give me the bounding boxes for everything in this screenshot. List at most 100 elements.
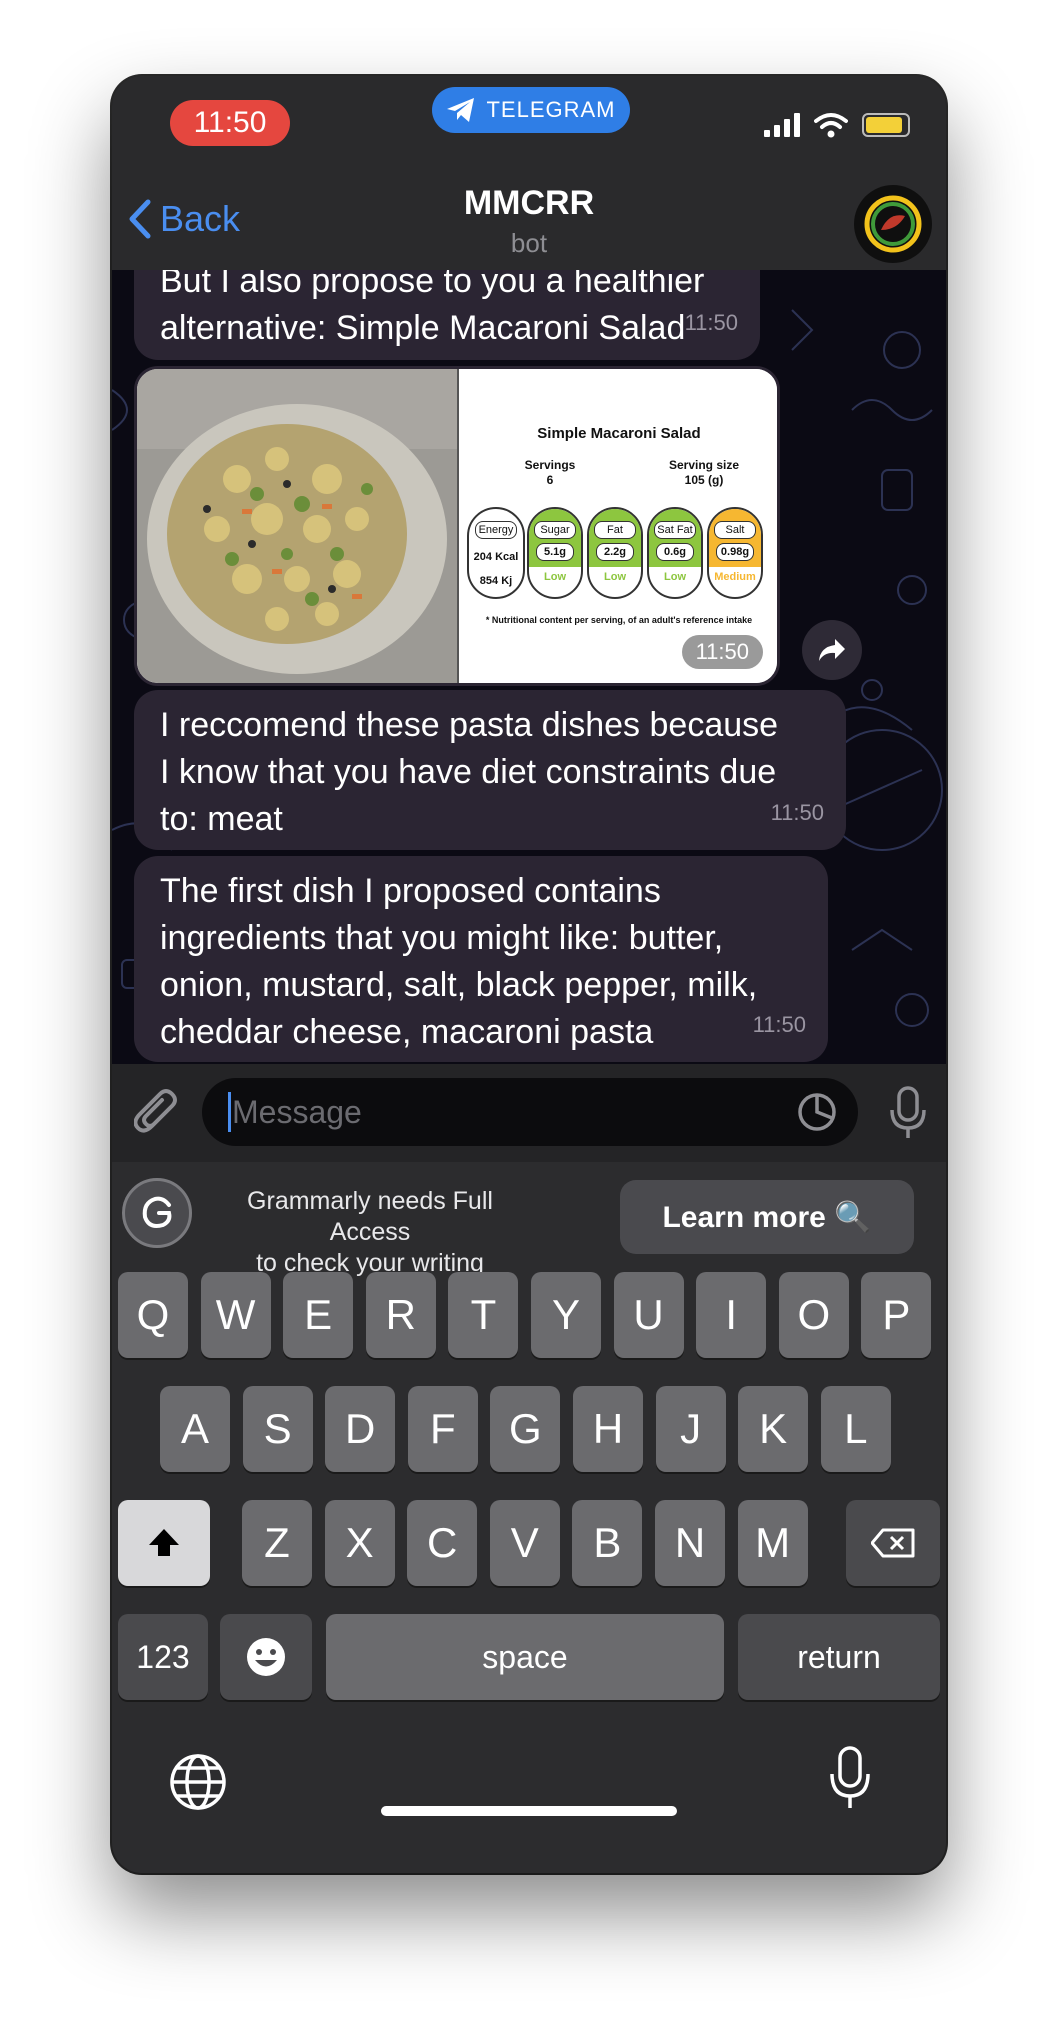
share-arrow-icon <box>819 639 845 661</box>
grammarly-icon[interactable] <box>122 1178 192 1248</box>
nutrient-value: 5.1g <box>536 543 574 561</box>
key-w[interactable]: W <box>200 1272 271 1358</box>
return-key[interactable]: return <box>738 1614 940 1700</box>
nutrient-level: Low <box>604 571 626 583</box>
message-placeholder: Message <box>232 1094 362 1130</box>
shift-key[interactable] <box>118 1500 210 1586</box>
status-time[interactable]: 11:50 <box>170 100 290 146</box>
status-icons <box>764 112 910 138</box>
share-button[interactable] <box>802 620 862 680</box>
key-u[interactable]: U <box>613 1272 684 1358</box>
grammarly-g-icon <box>142 1196 172 1228</box>
nutrient-level: Medium <box>714 571 756 583</box>
key-x[interactable]: X <box>324 1500 395 1586</box>
wifi-icon <box>814 113 848 138</box>
chat-area[interactable]: But I also propose to you a healthier al… <box>112 270 946 1064</box>
telegram-pill-label: TELEGRAM <box>486 97 616 122</box>
space-key[interactable]: space <box>326 1614 724 1700</box>
sticker-icon[interactable] <box>796 1091 838 1133</box>
message-time: 11:50 <box>770 800 824 825</box>
bot-avatar[interactable] <box>854 185 932 263</box>
key-m[interactable]: M <box>737 1500 808 1586</box>
backspace-icon <box>871 1528 915 1558</box>
macaroni-salad-photo <box>137 369 457 683</box>
key-k[interactable]: K <box>738 1386 809 1472</box>
nutrient-value: 0.6g <box>656 543 694 561</box>
nutrient-value: 0.98g <box>716 543 754 561</box>
message-input-bar: Message <box>112 1064 946 1162</box>
key-o[interactable]: O <box>778 1272 849 1358</box>
chat-header: 11:50 TELEGRAM Back MMCRR bot <box>112 76 946 270</box>
nutrient-level: Low <box>664 571 686 583</box>
battery-icon <box>862 113 910 137</box>
energy-kcal: 204 Kcal <box>473 551 519 563</box>
key-p[interactable]: P <box>861 1272 932 1358</box>
serving-size-label: Serving size <box>668 458 740 472</box>
key-t[interactable]: T <box>448 1272 519 1358</box>
emoji-key[interactable] <box>220 1614 312 1700</box>
dictation-microphone-icon <box>830 1746 870 1808</box>
grammarly-line-1: Grammarly needs Full Access <box>247 1187 493 1246</box>
key-l[interactable]: L <box>820 1386 891 1472</box>
paperclip-icon[interactable] <box>134 1088 182 1140</box>
servings-label: Servings <box>524 458 576 472</box>
nutrient-label: Fat <box>594 521 636 539</box>
key-n[interactable]: N <box>655 1500 725 1586</box>
signal-icon <box>764 113 800 137</box>
key-v[interactable]: V <box>489 1500 560 1586</box>
dictation-key[interactable] <box>828 1746 872 1812</box>
message-input[interactable]: Message <box>202 1078 858 1146</box>
phone-screen: 11:50 TELEGRAM Back MMCRR bot But I also… <box>112 76 946 1873</box>
message-line: to: meat <box>160 800 283 838</box>
message-bubble[interactable]: But I also propose to you a healthier al… <box>134 270 760 360</box>
home-indicator[interactable] <box>381 1806 677 1816</box>
chat-title[interactable]: MMCRR <box>112 184 946 223</box>
photo-message[interactable]: Simple Macaroni Salad Servings 6 Serving… <box>134 366 780 686</box>
nutrient-level: Low <box>544 571 566 583</box>
key-b[interactable]: B <box>572 1500 643 1586</box>
energy-pill: Energy 204 Kcal 854 Kj <box>467 507 525 599</box>
message-bubble[interactable]: I reccomend these pasta dishes because I… <box>134 690 846 850</box>
message-bubble[interactable]: The first dish I proposed contains ingre… <box>134 856 828 1062</box>
key-c[interactable]: C <box>407 1500 478 1586</box>
nutrient-pill: Fat 2.2g Low <box>587 507 643 599</box>
key-q[interactable]: Q <box>118 1272 188 1358</box>
energy-label: Energy <box>475 521 517 539</box>
shift-arrow-icon <box>149 1529 179 1556</box>
globe-icon <box>170 1754 226 1810</box>
key-a[interactable]: A <box>160 1386 230 1472</box>
key-e[interactable]: E <box>283 1272 354 1358</box>
key-r[interactable]: R <box>365 1272 436 1358</box>
bot-logo-icon <box>864 195 922 253</box>
keyboard: Grammarly needs Full Access to check you… <box>112 1162 946 1873</box>
message-time: 11:50 <box>684 310 738 335</box>
learn-more-button[interactable]: Learn more 🔍 <box>620 1180 914 1254</box>
message-line: alternative: Simple Macaroni Salad <box>160 309 686 347</box>
key-j[interactable]: J <box>655 1386 726 1472</box>
grammarly-message: Grammarly needs Full Access to check you… <box>220 1186 520 1279</box>
key-f[interactable]: F <box>407 1386 478 1472</box>
energy-kj: 854 Kj <box>479 575 513 587</box>
key-d[interactable]: D <box>325 1386 396 1472</box>
message-line: I know that you have diet constraints du… <box>160 753 777 791</box>
message-line: I reccomend these pasta dishes because <box>160 706 779 744</box>
microphone-icon[interactable] <box>888 1086 928 1142</box>
nutrient-pill: Sugar 5.1g Low <box>527 507 583 599</box>
key-s[interactable]: S <box>242 1386 313 1472</box>
key-h[interactable]: H <box>573 1386 643 1472</box>
key-z[interactable]: Z <box>242 1500 312 1586</box>
globe-key[interactable] <box>168 1752 228 1812</box>
telegram-pill[interactable]: TELEGRAM <box>432 87 630 133</box>
numbers-key[interactable]: 123 <box>118 1614 208 1700</box>
key-i[interactable]: I <box>696 1272 767 1358</box>
emoji-icon <box>247 1638 285 1676</box>
key-y[interactable]: Y <box>531 1272 601 1358</box>
message-line: But I also propose to you a healthier <box>160 270 705 300</box>
message-line: The first dish I proposed contains <box>160 872 661 910</box>
message-line: ingredients that you might like: butter, <box>160 919 724 957</box>
delete-key[interactable] <box>846 1500 940 1586</box>
message-time: 11:50 <box>752 1012 806 1037</box>
photo-time: 11:50 <box>681 635 763 669</box>
key-g[interactable]: G <box>490 1386 561 1472</box>
nutrient-label: Sat Fat <box>654 521 696 539</box>
